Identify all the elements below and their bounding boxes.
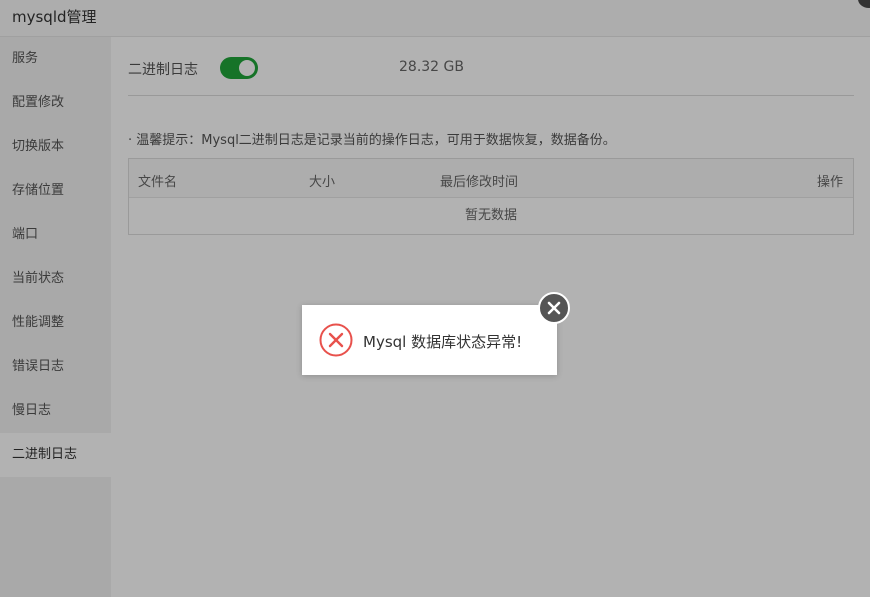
- dialog-close-button[interactable]: [538, 292, 570, 324]
- error-circle-icon: [319, 323, 353, 357]
- modal-overlay[interactable]: [0, 0, 870, 597]
- dialog-message: Mysql 数据库状态异常!: [363, 333, 523, 351]
- error-dialog: Mysql 数据库状态异常!: [302, 305, 557, 375]
